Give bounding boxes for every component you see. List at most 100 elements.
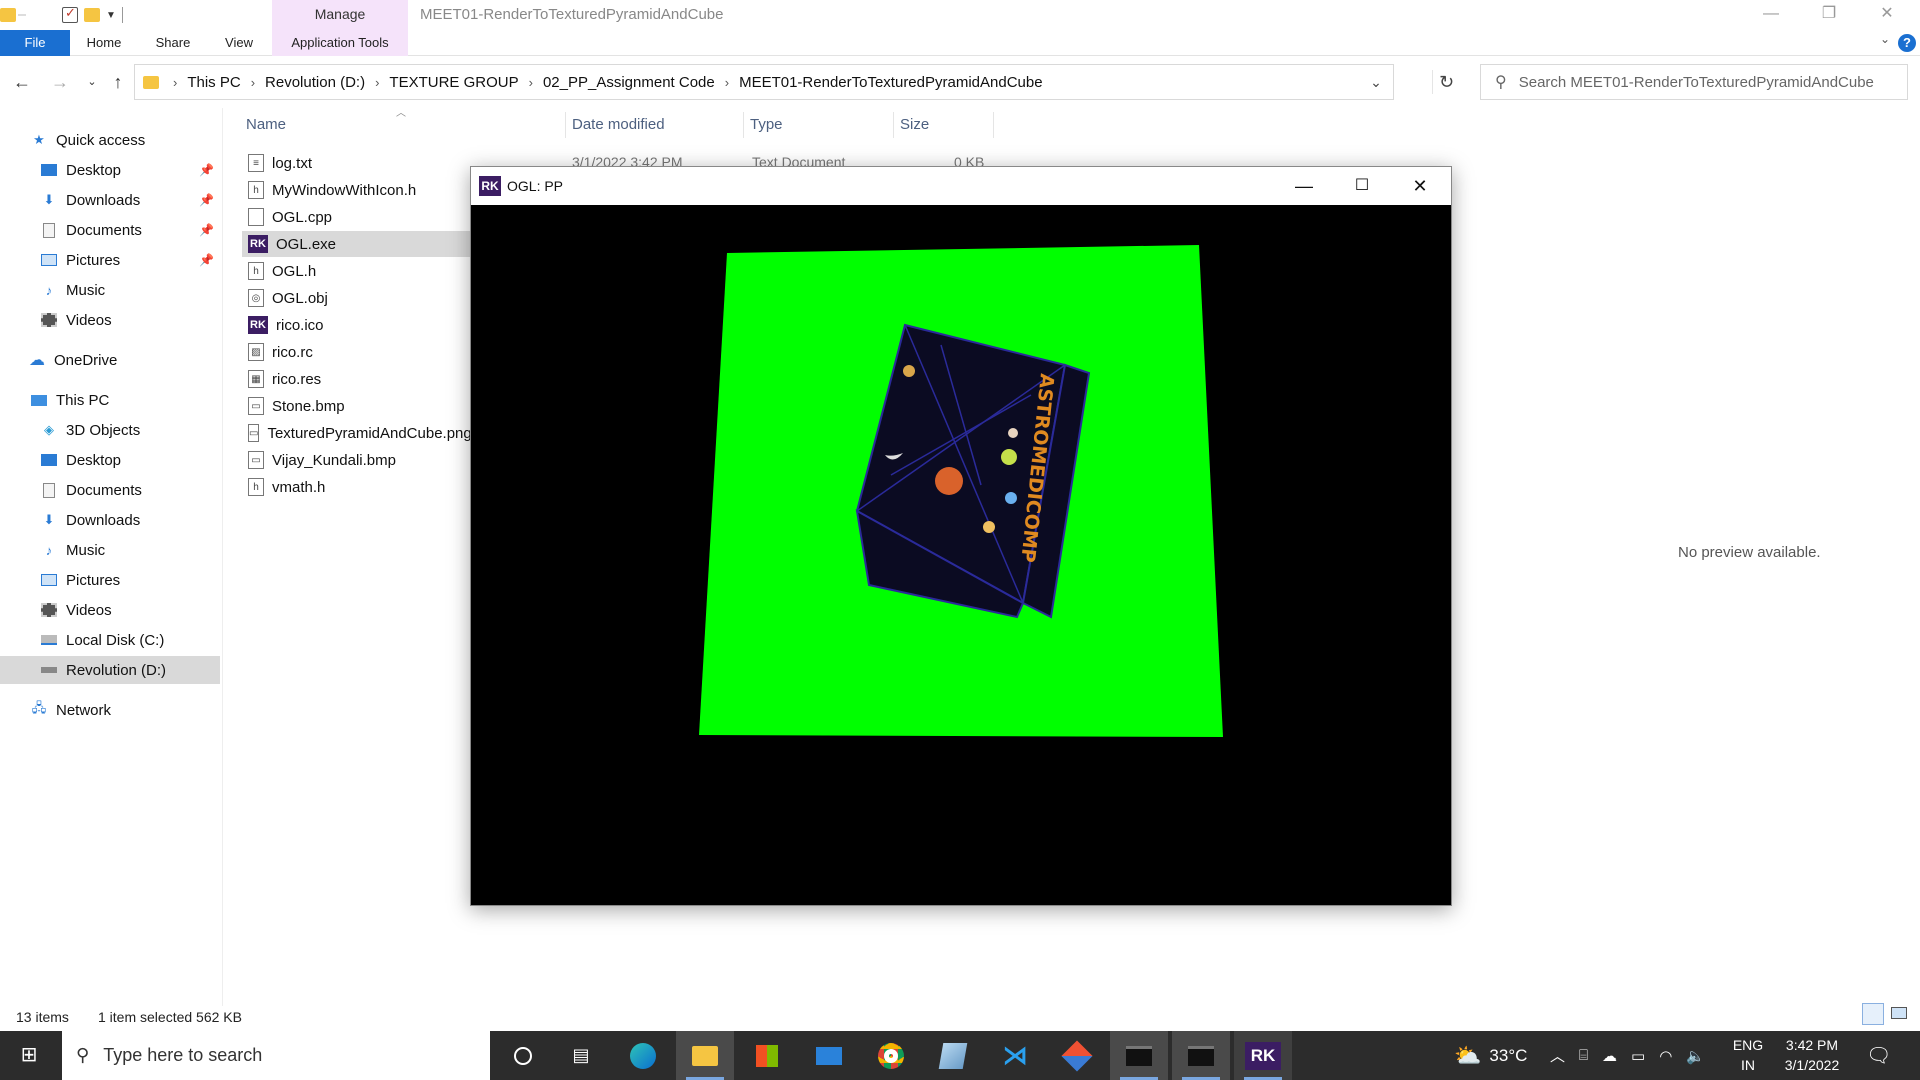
chevron-right-icon[interactable]: › [251, 75, 255, 90]
pane-splitter[interactable] [222, 108, 223, 1006]
ogl-maximize-button[interactable]: ☐ [1333, 167, 1391, 205]
chevron-right-icon[interactable]: › [529, 75, 533, 90]
file-row[interactable]: ▦ rico.res [242, 366, 492, 392]
sidebar-item-pc-documents[interactable]: Documents [0, 476, 220, 504]
properties-icon[interactable] [62, 5, 78, 23]
breadcrumb-this-pc[interactable]: This PC [187, 74, 240, 91]
breadcrumb-revolution-d[interactable]: Revolution (D:) [265, 74, 365, 91]
search-input[interactable]: ⚲ Search MEET01-RenderToTexturedPyramidA… [1480, 64, 1908, 100]
sidebar-item-local-disk-c[interactable]: Local Disk (C:) [0, 626, 220, 654]
vscode-icon[interactable]: ⋊ [986, 1031, 1044, 1080]
terminal-icon[interactable] [1110, 1031, 1168, 1080]
folder-icon[interactable] [0, 8, 16, 22]
sidebar-item-downloads[interactable]: ⬇ Downloads 📌 [0, 186, 220, 214]
file-row[interactable]: ▭ Vijay_Kundali.bmp [242, 447, 492, 473]
file-row[interactable]: ◎ OGL.obj [242, 285, 492, 311]
sidebar-item-pc-videos[interactable]: Videos [0, 596, 220, 624]
show-hidden-icons-icon[interactable]: ︿ [1550, 1045, 1565, 1066]
sidebar-item-this-pc[interactable]: This PC [0, 386, 220, 414]
refresh-icon[interactable]: ↻ [1432, 70, 1460, 94]
sidebar-item-pc-desktop[interactable]: Desktop [0, 446, 220, 474]
notifications-icon[interactable]: 🗨 [1866, 1031, 1891, 1080]
tab-application-tools[interactable]: Application Tools [272, 30, 408, 56]
language-indicator[interactable]: ENG IN [1728, 1035, 1768, 1075]
paint-icon[interactable] [924, 1031, 982, 1080]
taskbar-search-input[interactable]: ⚲ Type here to search [62, 1031, 490, 1080]
battery-icon[interactable]: ▭ [1631, 1047, 1645, 1065]
rk-app-icon[interactable]: RK [1234, 1031, 1292, 1080]
new-folder-icon[interactable] [84, 8, 100, 22]
pin-icon[interactable]: 📌 [199, 223, 214, 237]
file-row[interactable]: OGL.cpp [242, 204, 492, 230]
tab-share[interactable]: Share [152, 30, 194, 56]
sidebar-item-pc-pictures[interactable]: Pictures [0, 566, 220, 594]
sidebar-item-onedrive[interactable]: ☁ OneDrive [0, 346, 220, 374]
sidebar-item-videos[interactable]: Videos [0, 306, 220, 334]
sidebar-item-pc-downloads[interactable]: ⬇ Downloads [0, 506, 220, 534]
terminal-icon[interactable] [1172, 1031, 1230, 1080]
sidebar-item-pc-music[interactable]: ♪ Music [0, 536, 220, 564]
address-dropdown-icon[interactable]: ⌄ [1359, 65, 1393, 99]
chrome-icon[interactable] [862, 1031, 920, 1080]
breadcrumb-current-folder[interactable]: MEET01-RenderToTexturedPyramidAndCube [739, 74, 1042, 91]
sidebar-item-revolution-d[interactable]: Revolution (D:) [0, 656, 220, 684]
breadcrumb-assignment-code[interactable]: 02_PP_Assignment Code [543, 74, 715, 91]
opengl-canvas[interactable]: ASTROMEDICOMP [471, 205, 1451, 905]
file-row[interactable]: ▭ TexturedPyramidAndCube.png [242, 420, 470, 446]
clock[interactable]: 3:42 PM 3/1/2022 [1772, 1035, 1852, 1075]
ogl-close-button[interactable]: ✕ [1391, 167, 1449, 205]
pin-icon[interactable]: 📌 [199, 253, 214, 267]
volume-icon[interactable]: 🔈 [1686, 1047, 1705, 1065]
file-row[interactable]: ≡ log.txt [242, 150, 492, 176]
back-arrow-icon[interactable]: ← [10, 70, 34, 94]
recent-locations-icon[interactable]: ⌄ [80, 70, 104, 94]
close-button[interactable]: ✕ [1864, 0, 1910, 30]
task-view-icon[interactable]: ▤ [552, 1031, 610, 1080]
cortana-icon[interactable] [494, 1031, 552, 1080]
sidebar-item-music[interactable]: ♪ Music [0, 276, 220, 304]
sidebar-item-pictures[interactable]: Pictures 📌 [0, 246, 220, 274]
weather-widget[interactable]: ⛅ 33°C [1454, 1031, 1527, 1080]
pin-icon[interactable]: 📌 [199, 163, 214, 177]
sidebar-item-documents[interactable]: Documents 📌 [0, 216, 220, 244]
column-header-name[interactable]: Name [240, 112, 566, 138]
up-arrow-icon[interactable]: ↑ [106, 70, 130, 94]
file-row[interactable]: h MyWindowWithIcon.h [242, 177, 492, 203]
column-header-date[interactable]: Date modified [566, 112, 744, 138]
onedrive-icon[interactable]: ☁ [1602, 1047, 1617, 1065]
chevron-right-icon[interactable]: › [725, 75, 729, 90]
forward-arrow-icon[interactable]: → [48, 70, 72, 94]
minimize-button[interactable]: — [1748, 0, 1794, 30]
file-explorer-icon[interactable] [676, 1031, 734, 1080]
column-header-size[interactable]: Size [894, 112, 994, 138]
restore-button[interactable]: ❐ [1806, 0, 1852, 30]
large-icons-view-icon[interactable] [1888, 1003, 1910, 1025]
file-row[interactable]: h vmath.h [242, 474, 492, 500]
sidebar-item-3d-objects[interactable]: ◈ 3D Objects [0, 416, 220, 444]
wifi-icon[interactable]: ◠ [1659, 1047, 1672, 1065]
file-row-selected[interactable]: RK OGL.exe [242, 231, 492, 257]
file-row[interactable]: ▭ Stone.bmp [242, 393, 492, 419]
windows-start-icon[interactable]: ⊞ [0, 1031, 58, 1080]
ogl-window[interactable]: RK OGL: PP — ☐ ✕ ASTROMEDICOMP [470, 166, 1452, 906]
mail-icon[interactable] [800, 1031, 858, 1080]
tab-view[interactable]: View [224, 30, 254, 56]
sidebar-item-desktop[interactable]: Desktop 📌 [0, 156, 220, 184]
manage-contextual-tab[interactable]: Manage [272, 0, 408, 30]
expand-ribbon-icon[interactable]: ⌄ [1880, 32, 1890, 46]
breadcrumb-texture-group[interactable]: TEXTURE GROUP [389, 74, 518, 91]
help-icon[interactable]: ? [1898, 34, 1916, 52]
tab-file[interactable]: File [0, 30, 70, 56]
column-header-type[interactable]: Type [744, 112, 894, 138]
ogl-minimize-button[interactable]: — [1275, 167, 1333, 205]
microsoft-store-icon[interactable] [738, 1031, 796, 1080]
ogl-title-bar[interactable]: RK OGL: PP — ☐ ✕ [471, 167, 1451, 205]
file-row[interactable]: h OGL.h [242, 258, 492, 284]
pin-icon[interactable]: 📌 [199, 193, 214, 207]
edge-icon[interactable] [614, 1031, 672, 1080]
file-row[interactable]: ▨ rico.rc [242, 339, 492, 365]
details-view-icon[interactable] [1862, 1003, 1884, 1025]
git-icon[interactable] [1048, 1031, 1106, 1080]
device-icon[interactable]: ⌸ [1579, 1047, 1588, 1064]
sidebar-item-network[interactable]: 🖧 Network [0, 696, 220, 724]
